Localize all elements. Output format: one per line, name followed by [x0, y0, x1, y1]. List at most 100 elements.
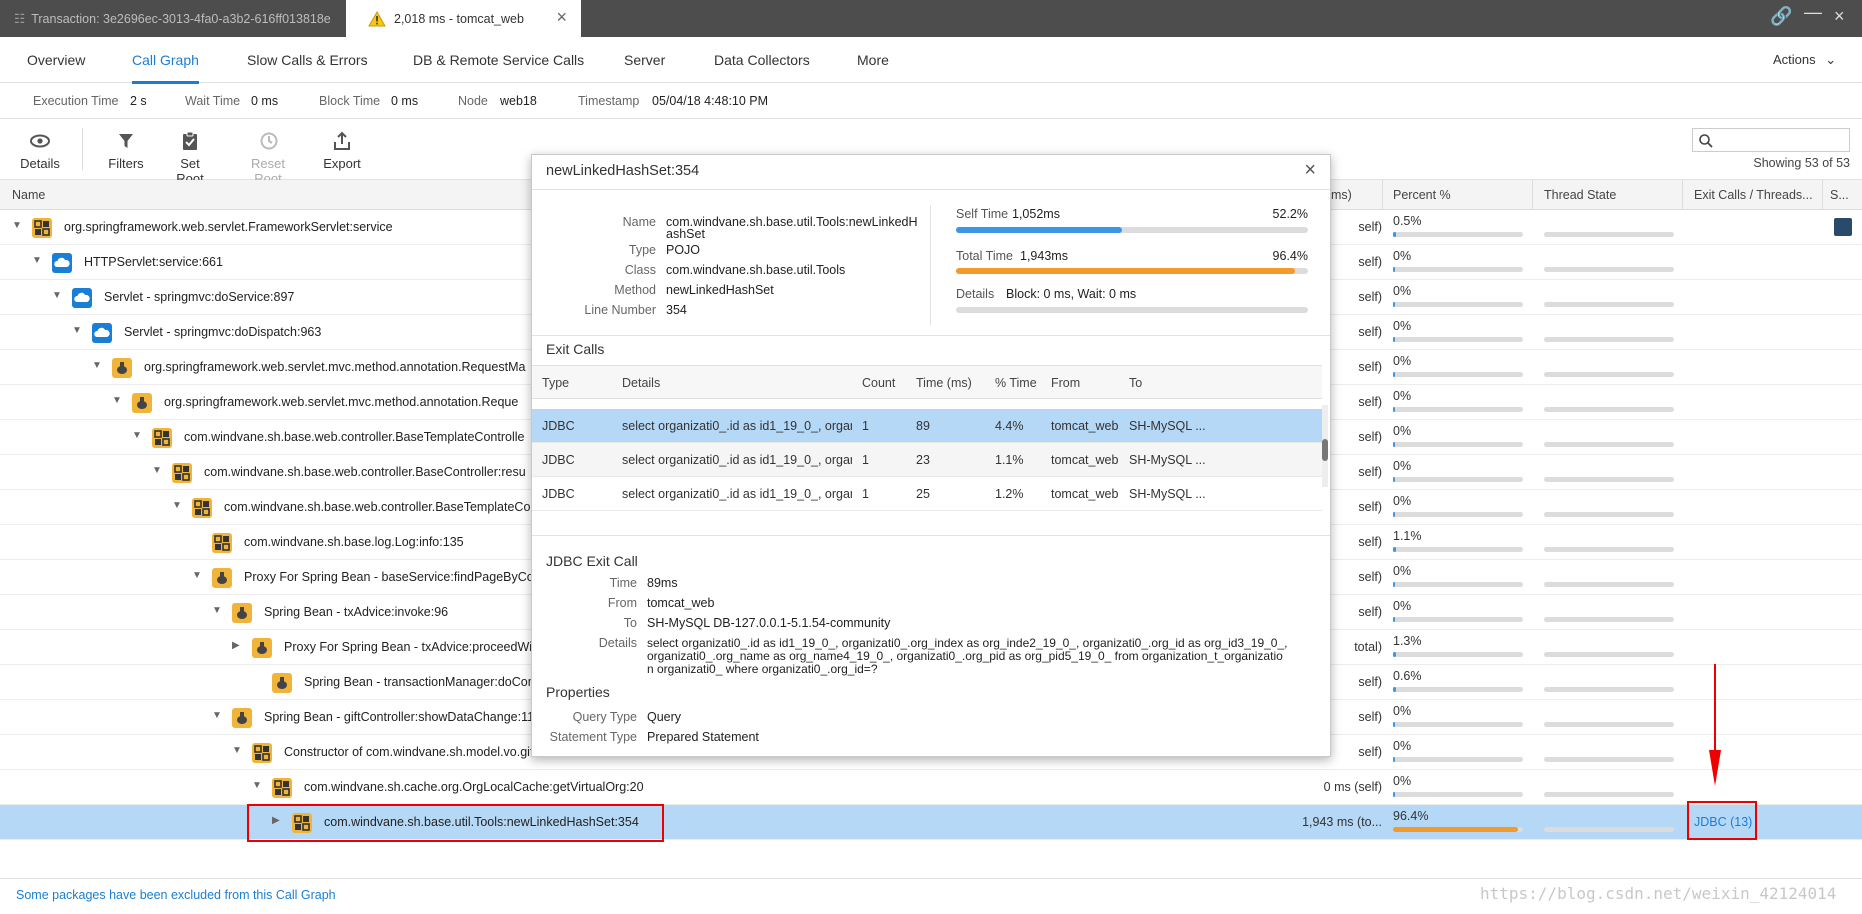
spring-bean-icon	[212, 568, 232, 588]
snapshot-icon[interactable]	[1834, 218, 1852, 236]
query-type-label: Query Type	[572, 710, 637, 724]
tab-data-collectors[interactable]: Data Collectors	[714, 37, 810, 83]
active-tab-title: 2,018 ms - tomcat_web	[394, 11, 524, 26]
close-tab-icon[interactable]: ×	[556, 7, 567, 28]
actions-menu[interactable]: Actions ⌄	[1773, 37, 1836, 83]
percent-bar-fill	[1393, 512, 1395, 517]
search-icon	[1699, 134, 1713, 148]
row-name: com.windvane.sh.base.web.controller.Base…	[224, 500, 531, 514]
exit-to-header[interactable]: To	[1129, 376, 1142, 390]
exit-type-header[interactable]: Type	[542, 376, 569, 390]
set-root-button[interactable]: Set Root	[165, 130, 215, 186]
percent-bar-fill	[1393, 652, 1396, 657]
pojo-class-icon	[252, 743, 272, 763]
exit-pct-header[interactable]: % Time	[995, 376, 1037, 390]
collapse-arrow-icon[interactable]: ▼	[132, 430, 142, 441]
tab-overview[interactable]: Overview	[27, 37, 85, 83]
exit-details-header[interactable]: Details	[622, 376, 660, 390]
block-time-label: Block Time	[319, 94, 381, 108]
collapse-arrow-icon[interactable]: ▼	[32, 255, 42, 266]
close-window-icon[interactable]: ×	[1834, 6, 1845, 27]
time-column-header[interactable]: ms)	[1331, 188, 1352, 202]
scrollbar-thumb[interactable]	[1322, 439, 1328, 461]
class-label: Class	[624, 263, 656, 277]
percent-column-header[interactable]: Percent %	[1393, 188, 1451, 202]
thread-state-column-header[interactable]: Thread State	[1544, 188, 1616, 202]
collapse-arrow-icon[interactable]: ▼	[192, 570, 202, 581]
pojo-class-icon	[32, 218, 52, 238]
self-time-value: 1,052ms	[1012, 207, 1060, 221]
s-column-header[interactable]: S...	[1830, 188, 1849, 202]
reset-root-button[interactable]: Reset Root	[236, 130, 300, 186]
search-input[interactable]	[1692, 128, 1850, 152]
table-row[interactable]: ▼ com.windvane.sh.cache.org.OrgLocalCache…	[0, 770, 1862, 805]
wait-time-label: Wait Time	[185, 94, 241, 108]
exit-call-from: tomcat_web	[1051, 487, 1119, 501]
collapse-arrow-icon[interactable]: ▼	[232, 745, 242, 756]
jdbc-to-value: SH-MySQL DB-127.0.0.1-5.1.54-community	[647, 616, 891, 630]
transaction-window-tab[interactable]: ☷ Transaction: 3e2696ec-3013-4fa0-a3b2-6…	[0, 0, 346, 37]
collapse-arrow-icon[interactable]: ▼	[112, 395, 122, 406]
exit-call-row[interactable]: JDBC select organizati0_.id as id1_19_0_,…	[532, 409, 1322, 443]
minimize-icon[interactable]: —	[1804, 2, 1822, 23]
popup-close-icon[interactable]: ×	[1304, 159, 1316, 182]
collapse-arrow-icon[interactable]: ▼	[172, 500, 182, 511]
name-column-header[interactable]: Name	[12, 188, 45, 202]
percent-bar	[1393, 232, 1523, 237]
link-icon[interactable]: 🔗	[1770, 6, 1792, 27]
thread-state-bar	[1544, 267, 1674, 272]
spring-bean-icon	[232, 708, 252, 728]
type-value: POJO	[666, 243, 701, 257]
expand-arrow-icon[interactable]: ▶	[232, 640, 240, 651]
row-percent: 0.5%	[1393, 214, 1422, 228]
history-icon	[260, 132, 278, 150]
chevron-down-icon: ⌄	[1825, 52, 1837, 67]
row-percent: 0%	[1393, 704, 1412, 718]
collapse-arrow-icon[interactable]: ▼	[212, 605, 222, 616]
thread-state-bar	[1544, 442, 1674, 447]
tab-server[interactable]: Server	[624, 37, 665, 83]
collapse-arrow-icon[interactable]: ▼	[52, 290, 62, 301]
row-time: 0 ms (self)	[1323, 780, 1382, 794]
jdbc-time-label: Time	[609, 576, 637, 590]
exit-calls-column-header[interactable]: Exit Calls / Threads...	[1694, 188, 1813, 202]
tab-more[interactable]: More	[857, 37, 889, 83]
highlight-box	[1687, 801, 1757, 840]
percent-bar	[1393, 722, 1523, 727]
total-time-percent: 96.4%	[1272, 249, 1308, 263]
tab-slow-calls-errors[interactable]: Slow Calls & Errors	[247, 37, 368, 83]
self-time-percent: 52.2%	[1272, 207, 1308, 221]
line-number-label: Line Number	[584, 303, 656, 317]
exit-call-row[interactable]: JDBC select organizati0_.id as id1_19_0_,…	[532, 477, 1322, 511]
collapse-arrow-icon[interactable]: ▼	[12, 220, 22, 231]
row-name: org.springframework.web.servlet.mvc.meth…	[144, 360, 526, 374]
total-time-bar-fill	[956, 268, 1295, 274]
percent-bar-fill	[1393, 372, 1395, 377]
excluded-packages-link[interactable]: Some packages have been excluded from th…	[16, 888, 336, 902]
details-button[interactable]: Details	[20, 130, 60, 171]
collapse-arrow-icon[interactable]: ▼	[92, 360, 102, 371]
details-label: Details	[956, 287, 995, 301]
self-time-label: Self Time	[956, 207, 1009, 221]
collapse-arrow-icon[interactable]: ▼	[212, 710, 222, 721]
export-button[interactable]: Export	[321, 130, 363, 171]
exit-call-row[interactable]: JDBC select organizati0_.id as id1_19_0_,…	[532, 443, 1322, 477]
tab-db-remote-service-calls[interactable]: DB & Remote Service Calls	[413, 37, 584, 83]
tab-call-graph[interactable]: Call Graph	[132, 37, 199, 84]
exit-time-header[interactable]: Time (ms)	[916, 376, 972, 390]
row-percent: 96.4%	[1393, 809, 1429, 823]
jdbc-from-value: tomcat_web	[647, 596, 715, 610]
exit-from-header[interactable]: From	[1051, 376, 1080, 390]
thread-state-bar	[1544, 652, 1674, 657]
exit-call-to: SH-MySQL ...	[1129, 487, 1206, 501]
active-window-tab[interactable]: 2,018 ms - tomcat_web ×	[346, 0, 581, 37]
collapse-arrow-icon[interactable]: ▼	[72, 325, 82, 336]
exit-calls-scrollbar[interactable]	[1322, 405, 1328, 487]
exit-call-type: JDBC	[542, 453, 575, 467]
collapse-arrow-icon[interactable]: ▼	[252, 780, 262, 791]
collapse-arrow-icon[interactable]: ▼	[152, 465, 162, 476]
filters-button[interactable]: Filters	[106, 130, 146, 171]
exit-count-header[interactable]: Count	[862, 376, 895, 390]
method-value: newLinkedHashSet	[666, 283, 774, 297]
percent-bar	[1393, 442, 1523, 447]
